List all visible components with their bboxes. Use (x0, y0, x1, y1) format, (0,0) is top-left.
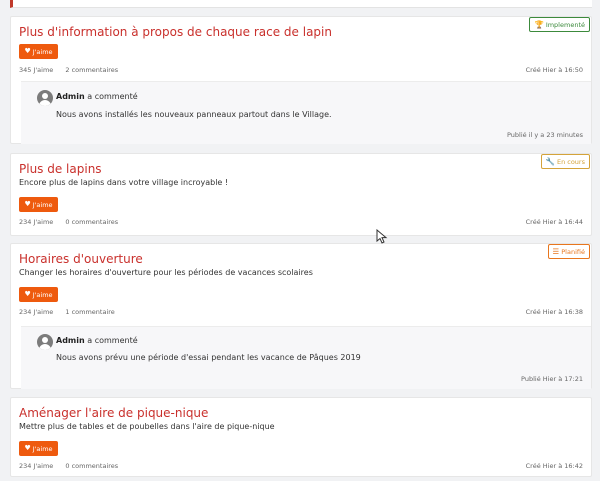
wrench-icon: 🔧 (545, 156, 555, 166)
idea-card: ☰ Planifié Horaires d'ouverture Changer … (10, 243, 592, 389)
idea-title[interactable]: Aménager l'aire de pique-nique (19, 406, 208, 420)
comment-count[interactable]: 2 commentaires (65, 66, 118, 74)
idea-description: Encore plus de lapins dans votre village… (19, 178, 229, 187)
comment-text: Nous avons installés les nouveaux pannea… (56, 110, 332, 119)
idea-description: Mettre plus de tables et de poubelles da… (19, 422, 275, 431)
status-label: Implementé (545, 20, 585, 29)
comment-time: Publié Hier à 17:21 (521, 375, 583, 383)
heart-icon: ♥ (24, 444, 31, 452)
idea-card: 🏆 Implementé Plus d'information à propos… (10, 16, 592, 144)
idea-title[interactable]: Plus d'information à propos de chaque ra… (19, 25, 332, 39)
comment-author: Admin a commenté (56, 92, 138, 101)
created-date: Créé Hier à 16:44 (525, 218, 583, 226)
comment-count[interactable]: 0 commentaires (65, 218, 118, 226)
comment-count[interactable]: 1 commentaire (65, 308, 114, 316)
created-date: Créé Hier à 16:38 (525, 308, 583, 316)
mouse-cursor-icon (376, 229, 388, 244)
like-button[interactable]: ♥ J'aime (19, 287, 58, 302)
status-label: Planifié (561, 247, 585, 256)
like-count: 234 J'aime (19, 218, 54, 226)
created-date: Créé Hier à 16:42 (525, 462, 583, 470)
ideas-feed: 🏆 Implementé Plus d'information à propos… (0, 0, 600, 481)
avatar (37, 90, 53, 106)
idea-title[interactable]: Plus de lapins (19, 162, 102, 176)
like-button[interactable]: ♥ J'aime (19, 44, 58, 59)
status-badge: 🏆 Implementé (529, 17, 590, 32)
comment-author-name: Admin (56, 92, 85, 101)
list-icon: ☰ (552, 246, 560, 256)
like-button-label: J'aime (32, 444, 53, 453)
like-button-label: J'aime (32, 47, 53, 56)
idea-meta: 234 J'aime 0 commentaires (19, 218, 118, 226)
status-badge: 🔧 En cours (540, 154, 590, 169)
like-count: 234 J'aime (19, 308, 54, 316)
comment-verb: a commenté (87, 336, 138, 345)
idea-meta: 345 J'aime 2 commentaires (19, 66, 118, 74)
admin-comment: Admin a commenté Nous avons prévu une pé… (21, 326, 591, 389)
comment-author-name: Admin (56, 336, 85, 345)
idea-card: Aménager l'aire de pique-nique Mettre pl… (10, 397, 592, 477)
idea-title[interactable]: Horaires d'ouverture (19, 252, 143, 266)
created-date: Créé Hier à 16:50 (525, 66, 583, 74)
like-count: 345 J'aime (19, 66, 54, 74)
heart-icon: ♥ (24, 290, 31, 298)
idea-meta: 234 J'aime 1 commentaire (19, 308, 115, 316)
like-count: 234 J'aime (19, 462, 54, 470)
like-button-label: J'aime (32, 200, 53, 209)
idea-meta: 234 J'aime 0 commentaires (19, 462, 118, 470)
like-button[interactable]: ♥ J'aime (19, 441, 58, 456)
comment-verb: a commenté (87, 92, 138, 101)
comment-count[interactable]: 0 commentaires (65, 462, 118, 470)
previous-card-edge (10, 0, 592, 8)
like-button-label: J'aime (32, 290, 53, 299)
avatar (37, 334, 53, 350)
heart-icon: ♥ (24, 47, 31, 55)
status-badge: ☰ Planifié (547, 244, 590, 259)
comment-author: Admin a commenté (56, 336, 138, 345)
idea-card: 🔧 En cours Plus de lapins Encore plus de… (10, 153, 592, 236)
status-label: En cours (556, 157, 585, 166)
admin-comment: Admin a commenté Nous avons installés le… (21, 81, 591, 144)
comment-time: Publié il y a 23 minutes (506, 131, 583, 139)
trophy-icon: 🏆 (534, 19, 544, 29)
comment-text: Nous avons prévu une période d'essai pen… (56, 353, 361, 362)
heart-icon: ♥ (24, 200, 31, 208)
like-button[interactable]: ♥ J'aime (19, 197, 58, 212)
idea-description: Changer les horaires d'ouverture pour le… (19, 268, 313, 277)
